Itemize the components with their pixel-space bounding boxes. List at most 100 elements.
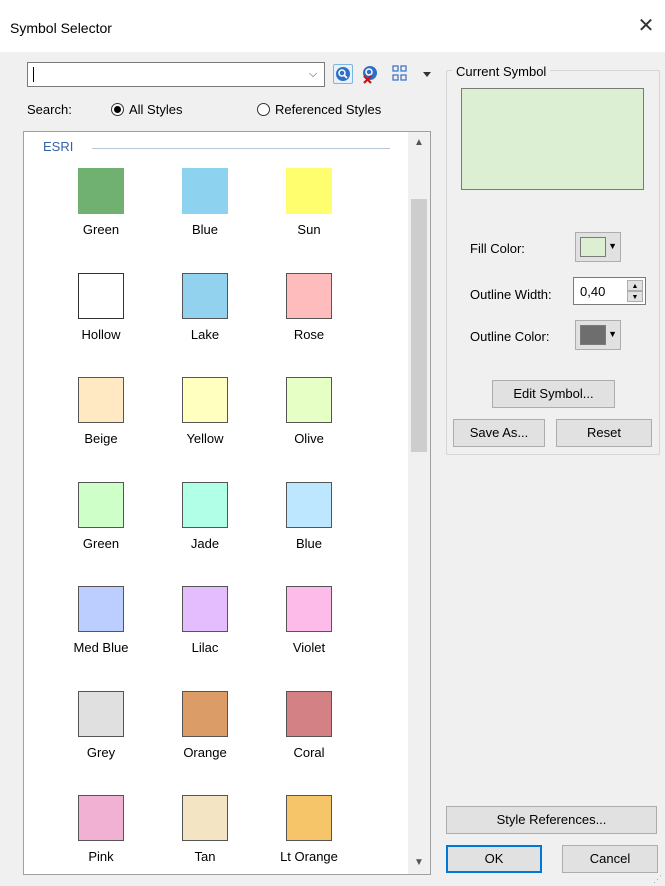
- symbol-item[interactable]: Beige: [46, 373, 150, 471]
- view-options-button[interactable]: [392, 64, 434, 84]
- symbol-item[interactable]: Sun: [254, 164, 358, 262]
- symbol-swatch: [286, 586, 332, 632]
- clear-search-button[interactable]: [360, 64, 380, 84]
- symbol-label: Tan: [194, 849, 216, 864]
- symbol-swatch: [286, 690, 332, 737]
- symbol-swatch: [182, 168, 228, 214]
- scroll-down-icon[interactable]: ▼: [408, 854, 430, 872]
- save-as-button[interactable]: Save As...: [453, 419, 545, 447]
- group-divider: [92, 148, 390, 149]
- title-bar: Symbol Selector ✕: [0, 0, 665, 52]
- symbol-label: Orange: [183, 744, 227, 760]
- outline-width-label: Outline Width:: [470, 287, 552, 302]
- symbol-label: Lilac: [191, 640, 219, 655]
- fill-color-button[interactable]: ▼: [575, 232, 621, 262]
- scroll-up-icon[interactable]: ▲: [408, 134, 430, 152]
- search-button[interactable]: [333, 64, 353, 84]
- symbol-swatch: [78, 586, 124, 632]
- symbol-item[interactable]: Orange: [150, 687, 254, 785]
- symbol-label: Jade: [190, 535, 220, 551]
- symbol-item[interactable]: Lilac: [150, 582, 254, 680]
- symbol-swatch: [182, 272, 228, 319]
- symbol-item[interactable]: Blue: [150, 164, 254, 262]
- text-caret: [33, 67, 34, 82]
- symbol-item[interactable]: Olive: [254, 373, 358, 471]
- symbol-item[interactable]: Lake: [150, 269, 254, 367]
- symbol-swatch: [286, 272, 332, 319]
- symbol-swatch: [286, 481, 332, 528]
- close-icon[interactable]: ✕: [635, 12, 657, 40]
- referenced-styles-radio[interactable]: [257, 103, 270, 116]
- symbol-label: Green: [82, 222, 120, 237]
- group-header: ESRI: [43, 139, 80, 154]
- symbol-swatch: [78, 690, 124, 737]
- outline-color-label: Outline Color:: [470, 329, 550, 344]
- symbol-label: Lt Orange: [280, 849, 338, 864]
- thumbnail-view-icon: [392, 65, 431, 81]
- symbol-gallery[interactable]: ESRI Green Blue Sun Hollow Lake Rose Beige Yell…: [23, 131, 431, 875]
- dropdown-arrow-icon: ▼: [608, 329, 617, 339]
- symbol-preview: [461, 88, 644, 190]
- symbol-swatch: [286, 795, 332, 841]
- style-references-button[interactable]: Style References...: [446, 806, 657, 834]
- symbol-label: Grey: [86, 744, 116, 760]
- symbol-swatch: [286, 377, 332, 423]
- symbol-swatch: [182, 690, 228, 737]
- fill-color-swatch: [580, 237, 606, 257]
- symbol-label: Sun: [297, 222, 321, 237]
- symbol-swatch: [182, 795, 228, 841]
- chevron-down-icon[interactable]: ⌵: [306, 67, 320, 81]
- symbol-label: Lake: [190, 326, 220, 342]
- symbol-item[interactable]: Yellow: [150, 373, 254, 471]
- symbol-item[interactable]: Med Blue: [46, 582, 150, 680]
- symbol-item[interactable]: Green: [46, 164, 150, 262]
- symbol-item[interactable]: Violet: [254, 582, 358, 680]
- edit-symbol-button[interactable]: Edit Symbol...: [492, 380, 615, 408]
- symbol-label: Violet: [292, 640, 326, 655]
- symbol-label: Green: [82, 535, 120, 551]
- ok-button[interactable]: OK: [446, 845, 542, 873]
- symbol-swatch: [78, 168, 124, 214]
- referenced-styles-label[interactable]: Referenced Styles: [275, 102, 381, 117]
- symbol-item[interactable]: Green: [46, 478, 150, 576]
- symbol-label: Rose: [293, 326, 325, 342]
- symbol-item[interactable]: Jade: [150, 478, 254, 576]
- symbol-item[interactable]: Coral: [254, 687, 358, 785]
- symbol-label: Med Blue: [73, 640, 129, 655]
- spin-up-icon[interactable]: ▲: [627, 280, 643, 291]
- symbol-item[interactable]: Grey: [46, 687, 150, 785]
- outline-width-spinner[interactable]: 0,40 ▲ ▼: [573, 277, 646, 305]
- symbol-swatch: [78, 795, 124, 841]
- scrollbar-thumb[interactable]: [411, 199, 427, 452]
- symbol-label: Blue: [295, 535, 323, 551]
- symbol-item[interactable]: Tan: [150, 791, 254, 874]
- all-styles-label[interactable]: All Styles: [129, 102, 182, 117]
- fill-color-label: Fill Color:: [470, 241, 525, 256]
- cancel-button[interactable]: Cancel: [562, 845, 658, 873]
- symbol-item[interactable]: Pink: [46, 791, 150, 874]
- symbol-swatch: [182, 377, 228, 423]
- symbol-label: Beige: [84, 431, 118, 446]
- symbol-label: Yellow: [186, 431, 224, 446]
- symbol-label: Blue: [191, 222, 219, 237]
- vertical-scrollbar[interactable]: ▲ ▼: [408, 132, 430, 874]
- symbol-swatch: [286, 168, 332, 214]
- all-styles-radio[interactable]: [111, 103, 124, 116]
- outline-width-value[interactable]: 0,40: [580, 284, 605, 299]
- search-icon: [336, 67, 350, 81]
- symbol-swatch: [78, 272, 124, 319]
- spinner-buttons: ▲ ▼: [627, 280, 643, 302]
- search-combobox[interactable]: ⌵: [27, 62, 325, 87]
- search-label: Search:: [27, 102, 72, 117]
- symbol-item[interactable]: Hollow: [46, 269, 150, 367]
- reset-button[interactable]: Reset: [556, 419, 652, 447]
- outline-color-swatch: [580, 325, 606, 345]
- spin-down-icon[interactable]: ▼: [627, 291, 643, 302]
- symbol-swatch: [78, 481, 124, 528]
- resize-grip-icon[interactable]: ⋰: [653, 874, 663, 884]
- clear-search-icon: [363, 66, 377, 84]
- symbol-item[interactable]: Lt Orange: [254, 791, 358, 874]
- symbol-item[interactable]: Rose: [254, 269, 358, 367]
- symbol-item[interactable]: Blue: [254, 478, 358, 576]
- outline-color-button[interactable]: ▼: [575, 320, 621, 350]
